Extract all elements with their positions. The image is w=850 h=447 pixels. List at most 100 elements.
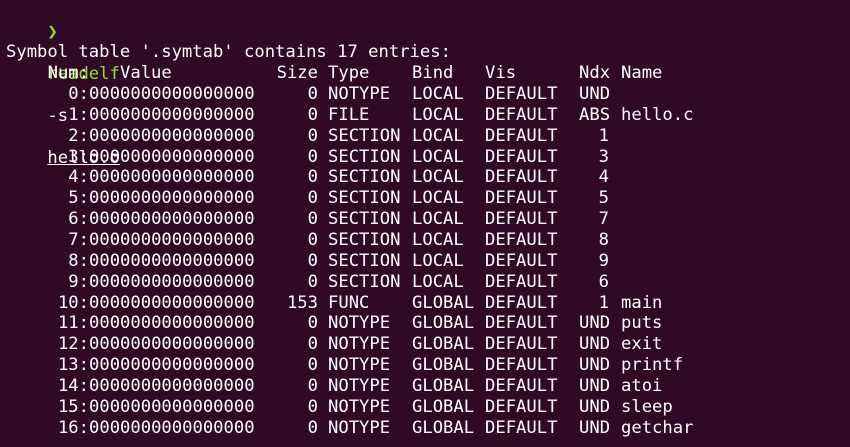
- header-name: Name: [621, 63, 663, 83]
- cell-value: 0000000000000000: [89, 313, 255, 334]
- cell-name: printf: [621, 355, 684, 376]
- cell-bind: GLOBAL: [412, 334, 475, 355]
- cell-bind: GLOBAL: [412, 313, 475, 334]
- cell-ndx: 7: [598, 209, 609, 230]
- cell-value: 0000000000000000: [89, 188, 255, 209]
- cell-value: 0000000000000000: [89, 146, 255, 167]
- command-line: ❯ readelf -s hello.o: [6, 1, 119, 168]
- cell-bind: LOCAL: [412, 84, 464, 104]
- cell-ndx: UND: [579, 396, 611, 417]
- cell-vis: DEFAULT: [485, 292, 558, 313]
- cell-type: SECTION: [328, 209, 401, 230]
- cell-size: 0: [307, 250, 318, 271]
- cell-num: 5:: [68, 188, 89, 209]
- cell-name: hello.c: [621, 104, 694, 125]
- table-row: 9: 0000000000000000 0 SECTION LOCAL DEFAULT 6: [6, 272, 850, 293]
- table-row: 2: 0000000000000000 0 SECTION LOCAL DEFAULT 1: [6, 126, 850, 147]
- cell-num: 8:: [68, 250, 89, 271]
- cell-num: 14:: [57, 375, 89, 396]
- cell-type: NOTYPE: [328, 375, 391, 396]
- cell-bind: GLOBAL: [412, 355, 475, 376]
- header-type: Type: [328, 63, 370, 83]
- cell-bind: LOCAL: [412, 188, 464, 209]
- cell-value: 0000000000000000: [89, 292, 255, 313]
- cell-vis: DEFAULT: [485, 84, 558, 104]
- cell-value: 0000000000000000: [89, 375, 255, 396]
- cell-num: 6:: [68, 209, 89, 230]
- cell-type: SECTION: [328, 188, 401, 209]
- cell-ndx: UND: [579, 313, 611, 334]
- cell-type: NOTYPE: [328, 396, 391, 417]
- cell-size: 0: [307, 104, 318, 125]
- cell-num: 11:: [57, 313, 89, 334]
- cell-name: sleep: [621, 396, 673, 417]
- cell-value: 0000000000000000: [89, 125, 255, 146]
- cell-bind: LOCAL: [412, 167, 464, 188]
- cell-size: 0: [307, 167, 318, 188]
- symbol-table-title: Symbol table '.symtab' contains 17 entri…: [6, 42, 451, 62]
- cell-type: SECTION: [328, 271, 401, 292]
- table-row: 0: 0000000000000000 0 NOTYPE LOCAL DEFAULT UND: [6, 84, 850, 105]
- cell-name: main: [621, 292, 663, 313]
- table-row: 12: 0000000000000000 0 NOTYPE GLOBAL DEFAULT U…: [6, 334, 850, 355]
- cell-type: FILE: [328, 104, 370, 125]
- cell-vis: DEFAULT: [485, 209, 558, 230]
- cell-vis: DEFAULT: [485, 188, 558, 209]
- table-row: 3: 0000000000000000 0 SECTION LOCAL DEFAULT 3: [6, 147, 850, 168]
- table-row: 13: 0000000000000000 0 NOTYPE GLOBAL DEFAULT U…: [6, 355, 850, 376]
- cell-type: SECTION: [328, 250, 401, 271]
- cell-name: atoi: [621, 375, 663, 396]
- table-row: 1: 0000000000000000 0 FILE LOCAL DEFAULT ABS he…: [6, 105, 850, 126]
- cell-value: 0000000000000000: [89, 417, 255, 438]
- cell-size: 0: [307, 209, 318, 230]
- cell-ndx: 4: [598, 167, 609, 188]
- cell-type: NOTYPE: [328, 334, 391, 355]
- cell-type: NOTYPE: [328, 417, 391, 438]
- table-header: Num: Value Size Type Bind Vis Ndx Name: [6, 63, 850, 84]
- header-bind: Bind: [412, 63, 454, 83]
- cell-vis: DEFAULT: [485, 375, 558, 396]
- cell-value: 0000000000000000: [89, 396, 255, 417]
- cell-type: SECTION: [328, 125, 401, 146]
- cell-ndx: 8: [598, 229, 609, 250]
- cell-value: 0000000000000000: [89, 104, 255, 125]
- cell-ndx: 5: [598, 188, 609, 209]
- cell-size: 153: [286, 292, 318, 313]
- cell-ndx: 9: [598, 250, 609, 271]
- cell-num: 1:: [68, 104, 89, 125]
- cell-bind: LOCAL: [412, 104, 464, 125]
- cell-bind: LOCAL: [412, 271, 464, 292]
- cell-bind: GLOBAL: [412, 417, 475, 438]
- cell-size: 0: [307, 313, 318, 334]
- header-vis: Vis: [485, 63, 517, 83]
- cell-bind: LOCAL: [412, 209, 464, 230]
- cell-vis: DEFAULT: [485, 104, 558, 125]
- cell-vis: DEFAULT: [485, 313, 558, 334]
- cell-name: exit: [621, 334, 663, 355]
- cell-ndx: UND: [579, 334, 611, 355]
- table-row: 4: 0000000000000000 0 SECTION LOCAL DEFAULT 4: [6, 167, 850, 188]
- cell-bind: GLOBAL: [412, 396, 475, 417]
- cell-vis: DEFAULT: [485, 334, 558, 355]
- cell-value: 0000000000000000: [89, 209, 255, 230]
- cell-type: FUNC: [328, 292, 370, 313]
- table-row: 10: 0000000000000000 153 FUNC GLOBAL DEFAULT 1…: [6, 293, 850, 314]
- cell-num: 3:: [68, 146, 89, 167]
- cell-type: NOTYPE: [328, 84, 391, 104]
- cell-size: 0: [307, 271, 318, 292]
- cell-ndx: UND: [579, 84, 611, 104]
- terminal-window[interactable]: ❯ readelf -s hello.o Symbol table '.symt…: [6, 0, 850, 447]
- cell-vis: DEFAULT: [485, 146, 558, 167]
- table-row: 6: 0000000000000000 0 SECTION LOCAL DEFAULT 7: [6, 209, 850, 230]
- cell-value: 0000000000000000: [89, 355, 255, 376]
- cell-ndx: UND: [579, 355, 611, 376]
- cell-bind: GLOBAL: [412, 375, 475, 396]
- table-row: 8: 0000000000000000 0 SECTION LOCAL DEFAULT 9: [6, 251, 850, 272]
- table-row: 15: 0000000000000000 0 NOTYPE GLOBAL DEFAULT U…: [6, 397, 850, 418]
- table-row: 14: 0000000000000000 0 NOTYPE GLOBAL DEFAULT U…: [6, 376, 850, 397]
- header-num: Num:: [47, 63, 89, 83]
- cell-ndx: UND: [579, 417, 611, 438]
- cell-name: getchar: [621, 417, 694, 438]
- cell-num: 10:: [57, 292, 89, 313]
- cell-ndx: 3: [598, 146, 609, 167]
